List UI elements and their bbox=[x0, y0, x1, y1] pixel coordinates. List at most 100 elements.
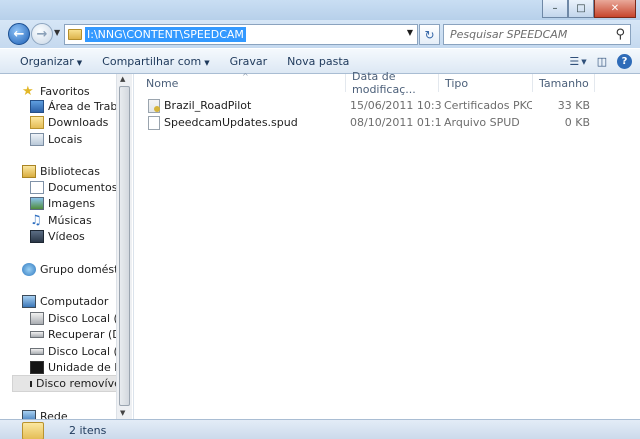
nav-network[interactable]: Rede bbox=[22, 408, 68, 419]
new-folder-label: Nova pasta bbox=[287, 54, 350, 68]
forward-arrow-icon: → bbox=[36, 26, 48, 42]
nav-label: Imagens bbox=[48, 197, 96, 210]
libraries-icon bbox=[22, 165, 36, 178]
system-drive-icon bbox=[30, 312, 44, 325]
burn-button[interactable]: Gravar bbox=[230, 55, 268, 68]
nav-videos[interactable]: Vídeos bbox=[30, 228, 85, 245]
nav-label: Favoritos bbox=[40, 85, 90, 98]
share-label: Compartilhar com bbox=[102, 54, 202, 68]
downloads-icon bbox=[30, 116, 44, 129]
address-row: ← → ▼ I:\NNG\CONTENT\SPEEDCAM ▼ ↻ ⚲ bbox=[0, 20, 640, 48]
search-box: ⚲ bbox=[443, 24, 631, 45]
preview-pane-icon: ◫ bbox=[596, 55, 608, 68]
item-count: 2 itens bbox=[69, 424, 107, 437]
nav-label: Rede bbox=[40, 410, 68, 419]
folder-icon bbox=[68, 29, 82, 40]
status-bar: 2 itens bbox=[0, 419, 640, 439]
file-name: Brazil_RoadPilot bbox=[164, 99, 252, 112]
search-icon[interactable]: ⚲ bbox=[615, 27, 625, 42]
organize-label: Organizar bbox=[20, 54, 74, 68]
column-header-size[interactable]: Tamanho bbox=[533, 74, 595, 92]
address-dropdown-icon[interactable]: ▼ bbox=[407, 28, 413, 37]
preview-pane-button[interactable]: ◫ bbox=[593, 53, 611, 70]
nav-documents[interactable]: Documentos bbox=[30, 179, 117, 196]
scroll-up-icon[interactable]: ▲ bbox=[120, 75, 125, 83]
images-icon bbox=[30, 197, 44, 210]
address-path[interactable]: I:\NNG\CONTENT\SPEEDCAM bbox=[85, 27, 246, 42]
file-date: 15/06/2011 10:39 bbox=[350, 99, 442, 112]
scroll-down-icon[interactable]: ▼ bbox=[120, 409, 125, 417]
bd-drive-icon bbox=[30, 361, 44, 374]
scroll-thumb[interactable] bbox=[119, 86, 130, 406]
nav-downloads[interactable]: Downloads bbox=[30, 114, 108, 131]
file-name: SpeedcamUpdates.spud bbox=[164, 116, 298, 129]
organize-button[interactable]: Organizar ▼ bbox=[20, 55, 82, 68]
column-label: Tamanho bbox=[539, 76, 589, 90]
maximize-button[interactable]: □ bbox=[568, 0, 594, 18]
certificate-icon bbox=[148, 99, 160, 113]
file-row[interactable]: SpeedcamUpdates.spud 08/10/2011 01:13 Ar… bbox=[134, 115, 640, 131]
help-button[interactable]: ? bbox=[617, 54, 632, 69]
column-header-date[interactable]: Data de modificaç... bbox=[346, 70, 439, 96]
nav-label: Computador bbox=[40, 295, 109, 308]
burn-label: Gravar bbox=[229, 54, 268, 68]
nav-label: Documentos bbox=[48, 181, 118, 194]
desktop-icon bbox=[30, 100, 44, 113]
nav-computer[interactable]: Computador bbox=[22, 293, 108, 310]
file-date: 08/10/2011 01:13 bbox=[350, 116, 442, 129]
homegroup-icon bbox=[22, 263, 36, 276]
hard-drive-icon bbox=[30, 348, 44, 355]
nav-drive-removable[interactable]: Disco removível ( bbox=[12, 375, 132, 392]
videos-icon bbox=[30, 230, 44, 243]
nav-libraries[interactable]: Bibliotecas bbox=[22, 163, 100, 180]
window-controls: – □ ✕ bbox=[542, 0, 636, 18]
details-view-icon: ☰ bbox=[569, 55, 580, 68]
nav-label: Locais bbox=[48, 133, 83, 146]
help-icon: ? bbox=[621, 56, 628, 67]
title-bar: – □ ✕ bbox=[0, 0, 640, 20]
command-bar: Organizar ▼ Compartilhar com ▼ Gravar Nova… bbox=[0, 48, 640, 74]
search-input[interactable] bbox=[450, 28, 615, 41]
column-label: Tipo bbox=[445, 76, 469, 90]
folder-icon bbox=[22, 422, 44, 439]
file-type: Arquivo SPUD bbox=[444, 116, 520, 129]
close-button[interactable]: ✕ bbox=[594, 0, 636, 18]
navigation-pane: ★ Favoritos Área de Trabalho Downloads L… bbox=[0, 74, 132, 419]
column-header-name[interactable]: Nome bbox=[140, 74, 346, 92]
nav-music[interactable]: ♫ Músicas bbox=[30, 212, 92, 229]
column-header-type[interactable]: Tipo bbox=[439, 74, 533, 92]
share-button[interactable]: Compartilhar com ▼ bbox=[102, 55, 209, 68]
documents-icon bbox=[30, 181, 44, 194]
refresh-button[interactable]: ↻ bbox=[419, 24, 440, 45]
file-size: 33 KB bbox=[557, 99, 590, 112]
nav-drive-d[interactable]: Recuperar (D:) bbox=[30, 326, 129, 343]
chevron-down-icon: ▼ bbox=[581, 57, 587, 66]
nav-recent[interactable]: Locais bbox=[30, 131, 82, 148]
history-dropdown[interactable]: ▼ bbox=[54, 28, 60, 37]
generic-file-icon bbox=[148, 116, 160, 130]
network-icon bbox=[22, 410, 36, 419]
recent-places-icon bbox=[30, 133, 44, 146]
music-icon: ♫ bbox=[30, 213, 42, 228]
forward-button[interactable]: → bbox=[31, 23, 53, 45]
file-row[interactable]: Brazil_RoadPilot 15/06/2011 10:39 Certif… bbox=[134, 98, 640, 114]
removable-drive-icon bbox=[30, 380, 32, 387]
new-folder-button[interactable]: Nova pasta bbox=[287, 55, 349, 68]
chevron-down-icon: ▼ bbox=[76, 58, 83, 67]
back-button[interactable]: ← bbox=[8, 23, 30, 45]
file-type: Certificados PKCS ... bbox=[444, 99, 532, 112]
minimize-button[interactable]: – bbox=[542, 0, 568, 18]
column-label: Data de modificaç... bbox=[352, 70, 416, 96]
address-bar[interactable]: I:\NNG\CONTENT\SPEEDCAM ▼ bbox=[64, 24, 418, 45]
view-options-button[interactable]: ☰ ▼ bbox=[569, 53, 587, 70]
file-list: ^ Nome Data de modificaç... Tipo Tamanho… bbox=[133, 70, 640, 419]
refresh-icon: ↻ bbox=[424, 27, 435, 42]
navigation-scrollbar[interactable]: ▲ ▼ bbox=[116, 74, 132, 419]
nav-images[interactable]: Imagens bbox=[30, 195, 95, 212]
nav-label: Downloads bbox=[48, 116, 109, 129]
file-size: 0 KB bbox=[564, 116, 590, 129]
chevron-down-icon: ▼ bbox=[204, 58, 210, 67]
hard-drive-icon bbox=[30, 331, 44, 338]
column-label: Nome bbox=[146, 76, 179, 90]
star-icon: ★ bbox=[22, 84, 34, 99]
